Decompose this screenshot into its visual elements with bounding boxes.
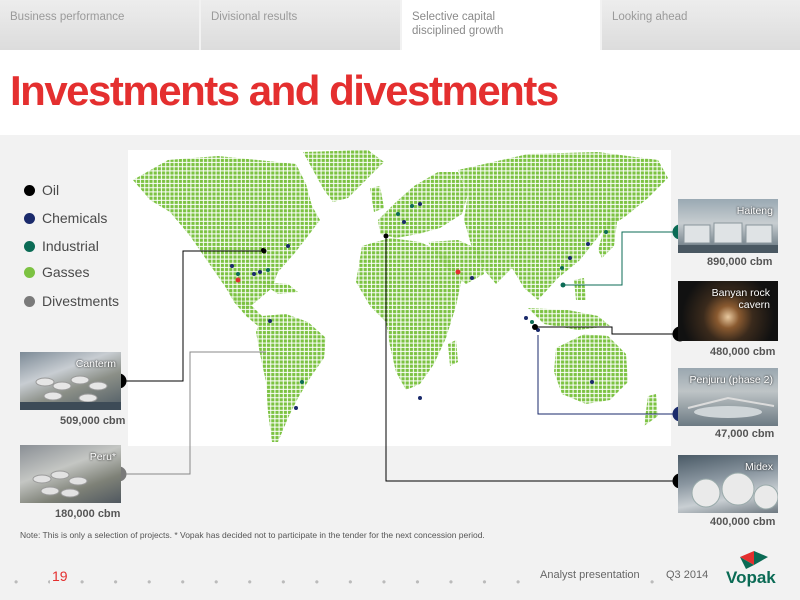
midex-label: Midex bbox=[744, 461, 773, 473]
peru-connector bbox=[119, 351, 266, 475]
footer-presentation: Analyst presentation bbox=[540, 569, 640, 581]
midex-connector bbox=[385, 236, 680, 482]
vopak-logo-icon: Vopak bbox=[726, 551, 776, 587]
midex-photo: Midex bbox=[678, 455, 778, 513]
oil-dot-icon bbox=[24, 185, 35, 196]
footer-dots-left: • • bbox=[14, 575, 50, 589]
gasses-dot-icon bbox=[24, 267, 35, 278]
penjuru-connector bbox=[537, 335, 680, 415]
divestments-dot-icon bbox=[24, 296, 35, 307]
footer-dots-middle: • • • • • • • • • • • • • • • • • • • • … bbox=[80, 575, 530, 589]
legend-oil: Oil bbox=[24, 181, 59, 199]
footnote: Note: This is only a selection of projec… bbox=[20, 530, 485, 540]
penjuru-photo: Penjuru (phase 2) bbox=[678, 368, 778, 426]
legend-gasses: Gasses bbox=[24, 263, 89, 281]
penjuru-label: Penjuru (phase 2) bbox=[689, 374, 773, 386]
legend-label: Gasses bbox=[42, 264, 90, 280]
legend-label: Divestments bbox=[42, 293, 120, 309]
banyan-connector bbox=[535, 326, 680, 335]
penjuru-capacity: 47,000 cbm bbox=[715, 428, 775, 440]
canterm-capacity: 509,000 cbm bbox=[60, 415, 126, 427]
banyan-photo: Banyan rock cavern bbox=[678, 281, 778, 341]
vopak-logo: Vopak bbox=[718, 549, 798, 591]
legend-chemicals: Chemicals bbox=[24, 209, 107, 227]
legend-label: Oil bbox=[42, 182, 60, 198]
logo-text: Vopak bbox=[726, 568, 776, 587]
canterm-label: Canterm bbox=[75, 358, 116, 370]
page-number: 19 bbox=[52, 568, 68, 584]
peru-capacity: 180,000 cbm bbox=[55, 508, 121, 520]
footer-period: Q3 2014 bbox=[666, 569, 709, 581]
legend-label: Chemicals bbox=[42, 210, 108, 226]
haiteng-capacity: 890,000 cbm bbox=[707, 256, 773, 268]
haiteng-connector bbox=[563, 231, 680, 286]
midex-capacity: 400,000 cbm bbox=[710, 516, 776, 528]
canterm-photo: Canterm bbox=[20, 352, 121, 410]
peru-label: Peru* bbox=[89, 451, 116, 463]
industrial-dot-icon bbox=[24, 241, 35, 252]
peru-photo: Peru* bbox=[20, 445, 121, 503]
chemicals-dot-icon bbox=[24, 213, 35, 224]
haiteng-label: Haiteng bbox=[736, 205, 773, 217]
canterm-connector bbox=[119, 250, 264, 382]
haiteng-photo: Haiteng bbox=[678, 199, 778, 253]
legend-industrial: Industrial bbox=[24, 237, 99, 255]
footer-dot-sep: • bbox=[650, 575, 664, 589]
banyan-label: Banyan rock cavern bbox=[711, 287, 770, 311]
legend-label: Industrial bbox=[42, 238, 99, 254]
banyan-capacity: 480,000 cbm bbox=[710, 346, 776, 358]
legend-divestments: Divestments bbox=[24, 292, 119, 310]
